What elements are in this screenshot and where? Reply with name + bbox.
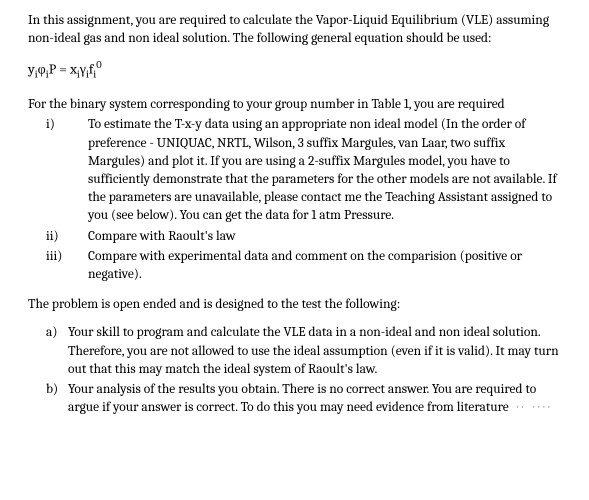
list-marker: b) xyxy=(46,381,68,417)
list-content: Compare with Raoult's law xyxy=(88,228,561,246)
vle-equation: yiφiP = xiγifi0 xyxy=(28,58,561,82)
list-content: Compare with experimental data and comme… xyxy=(88,248,561,284)
list-content: Your skill to program and calculate the … xyxy=(68,324,561,379)
list-item: b) Your analysis of the results you obta… xyxy=(46,381,561,417)
tests-intro: The problem is open ended and is designe… xyxy=(28,296,561,314)
alpha-list: a) Your skill to program and calculate t… xyxy=(46,324,561,417)
list-content: To estimate the T-x-y data using an appr… xyxy=(88,116,561,225)
list-marker: i) xyxy=(46,116,88,225)
eq-sup-0: 0 xyxy=(96,59,101,71)
list-marker: a) xyxy=(46,324,68,379)
list-text: Your analysis of the results you obtain.… xyxy=(68,382,536,415)
binary-intro: For the binary system corresponding to y… xyxy=(28,96,561,114)
intro-paragraph: In this assignment, you are required to … xyxy=(28,12,561,48)
eq-y: y xyxy=(28,61,35,78)
eq-phi: φ xyxy=(38,61,46,78)
list-item: i) To estimate the T-x-y data using an a… xyxy=(46,116,561,225)
list-item: iii) Compare with experimental data and … xyxy=(46,248,561,284)
roman-list: i) To estimate the T-x-y data using an a… xyxy=(46,116,561,284)
ellipsis-dots: ·· ···· xyxy=(511,401,554,413)
eq-equals: = xyxy=(56,61,70,78)
list-content: Your analysis of the results you obtain.… xyxy=(68,381,561,417)
list-item: ii) Compare with Raoult's law xyxy=(46,228,561,246)
list-marker: ii) xyxy=(46,228,88,246)
list-item: a) Your skill to program and calculate t… xyxy=(46,324,561,379)
list-marker: iii) xyxy=(46,248,88,284)
eq-x: x xyxy=(70,61,77,78)
